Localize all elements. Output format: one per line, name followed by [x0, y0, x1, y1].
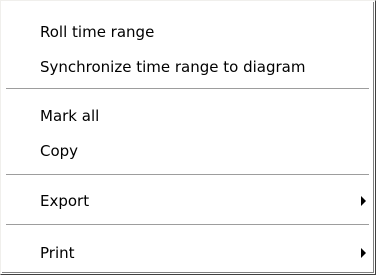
menu-item-roll-time-range[interactable]: Roll time range	[2, 17, 373, 47]
menu-item-synchronize-time-range[interactable]: Synchronize time range to diagram	[2, 52, 373, 82]
context-menu: Roll time range Synchronize time range t…	[0, 0, 376, 275]
context-menu-inner: Roll time range Synchronize time range t…	[2, 2, 374, 273]
menu-separator	[6, 174, 369, 176]
menu-item-label: Export	[40, 192, 90, 210]
menu-item-mark-all[interactable]: Mark all	[2, 101, 373, 131]
menu-item-copy[interactable]: Copy	[2, 136, 373, 166]
menu-item-label: Print	[40, 244, 75, 262]
menu-item-print[interactable]: Print	[2, 238, 373, 268]
submenu-arrow-icon	[361, 248, 366, 258]
menu-separator	[6, 88, 369, 90]
menu-item-label: Mark all	[40, 107, 100, 125]
menu-item-label: Synchronize time range to diagram	[40, 58, 306, 76]
submenu-arrow-icon	[361, 196, 366, 206]
menu-item-export[interactable]: Export	[2, 186, 373, 216]
menu-item-label: Copy	[40, 142, 79, 160]
menu-separator	[6, 224, 369, 226]
menu-item-label: Roll time range	[40, 23, 155, 41]
